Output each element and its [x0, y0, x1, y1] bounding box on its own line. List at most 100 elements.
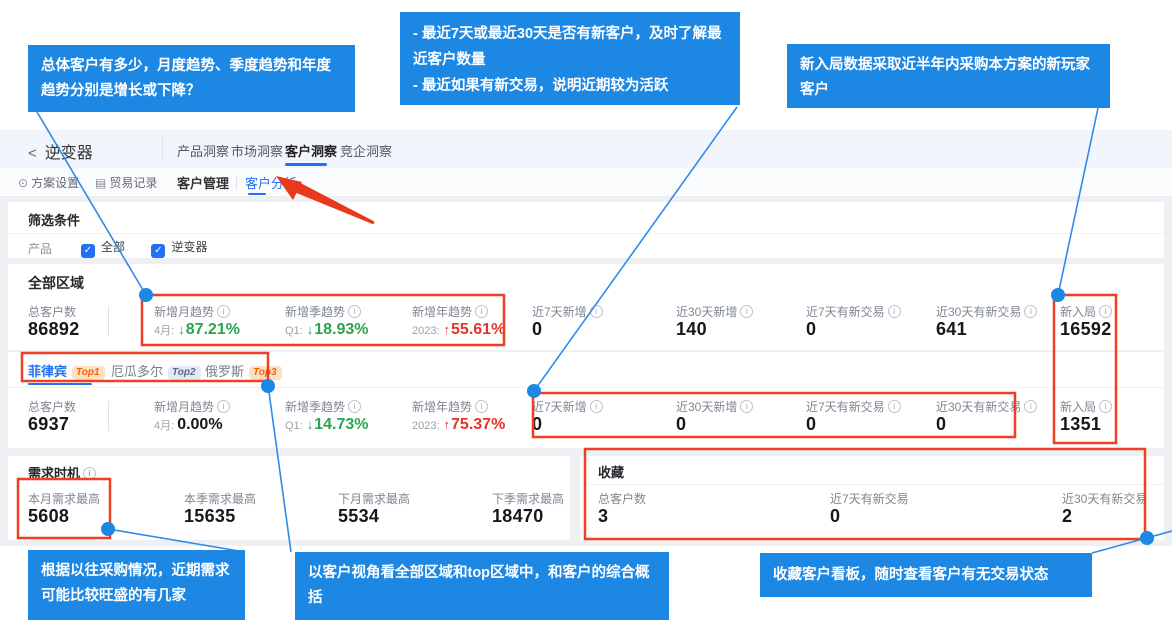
filter-title: 筛选条件 [28, 210, 80, 229]
info-icon[interactable]: i [475, 305, 488, 318]
trade-30d-value: 0 [936, 414, 946, 435]
tab-product-insight[interactable]: 产品洞察 [177, 141, 229, 160]
nav-divider [162, 137, 163, 161]
trade-30d-value: 641 [936, 319, 967, 340]
down-arrow-icon: ↓ [307, 322, 314, 337]
trade-7d-label: 近7天有新交易i [806, 398, 901, 415]
tab-customer-insight[interactable]: 客户洞察 [285, 141, 337, 160]
trade-7d-label: 近7天有新交易i [806, 303, 901, 320]
fav-trade-7d-label: 近7天有新交易 [830, 490, 909, 507]
checkbox-all[interactable]: ✓ [81, 244, 95, 258]
back-chevron-icon[interactable]: < [28, 145, 37, 162]
region-tabs-divider [8, 387, 1164, 388]
down-arrow-icon: ↓ [178, 322, 185, 337]
info-icon[interactable]: i [217, 400, 230, 413]
subtab-divider [236, 175, 237, 189]
favorites-divider [580, 484, 1164, 485]
info-icon[interactable]: i [83, 467, 96, 480]
favorites-title: 收藏 [598, 462, 624, 481]
next-quarter-demand-value: 18470 [492, 506, 544, 527]
checkbox-all-label[interactable]: 全部 [101, 240, 125, 254]
trade-7d-value: 0 [806, 414, 816, 435]
info-icon[interactable]: i [348, 305, 361, 318]
info-icon[interactable]: i [1024, 400, 1037, 413]
region-tab-ecuador[interactable]: 厄瓜多尔Top2 [111, 361, 201, 380]
up-arrow-icon: ↑ [444, 417, 451, 432]
up-arrow-icon: ↑ [444, 322, 451, 337]
trade-7d-value: 0 [806, 319, 816, 340]
year-trend-label: 新增年趋势i [412, 303, 488, 320]
back-title-group: <逆变器 [28, 139, 93, 163]
fav-trade-7d-value: 0 [830, 506, 840, 527]
quarter-trend-value: Q1:↓18.93% [285, 321, 369, 339]
total-customers-label: 总客户数 [28, 303, 76, 320]
trade-30d-label: 近30天有新交易i [936, 398, 1037, 415]
tab-competitor-insight[interactable]: 竞企洞察 [340, 141, 392, 160]
newcomer-value: 16592 [1060, 319, 1112, 340]
checkbox-inverter[interactable]: ✓ [151, 244, 165, 258]
metric-divider [108, 306, 109, 336]
quarter-demand-value: 15635 [184, 506, 236, 527]
new-30d-label: 近30天新增i [676, 398, 753, 415]
top1-badge: Top1 [72, 366, 105, 380]
newcomer-label: 新入局i [1060, 398, 1112, 415]
checkbox-inverter-label[interactable]: 逆变器 [171, 240, 207, 254]
quarter-trend-label: 新增季趋势i [285, 398, 361, 415]
total-customers-value: 6937 [28, 414, 69, 435]
fav-trade-30d-label: 近30天有新交易 [1062, 490, 1147, 507]
demand-timing-title: 需求时机i [28, 463, 96, 482]
total-customers-value: 86892 [28, 319, 80, 340]
info-icon[interactable]: i [740, 305, 753, 318]
new-7d-label: 近7天新增i [532, 303, 603, 320]
region-tab-russia[interactable]: 俄罗斯Top3 [205, 361, 282, 380]
next-month-demand-label: 下月需求最高 [338, 490, 410, 507]
sub-nav-bar: ⊙方案设置 ▤贸易记录 客户管理 客户分析 [0, 168, 1172, 197]
info-icon[interactable]: i [1099, 305, 1112, 318]
newcomer-value: 1351 [1060, 414, 1101, 435]
down-arrow-icon: ↓ [307, 417, 314, 432]
new-7d-value: 0 [532, 414, 542, 435]
total-customers-label: 总客户数 [28, 398, 76, 415]
info-icon[interactable]: i [1099, 400, 1112, 413]
month-trend-value: 4月:↓87.21% [154, 321, 240, 339]
info-icon[interactable]: i [1024, 305, 1037, 318]
filter-divider [8, 233, 1164, 234]
new-7d-value: 0 [532, 319, 542, 340]
fav-total-label: 总客户数 [598, 490, 646, 507]
new-30d-value: 140 [676, 319, 707, 340]
quarter-demand-label: 本季需求最高 [184, 490, 256, 507]
document-icon: ▤ [95, 176, 106, 190]
top2-badge: Top2 [168, 366, 201, 380]
metric-divider [108, 401, 109, 431]
annotated-dashboard-screenshot: <逆变器 产品洞察 市场洞察 客户洞察 竞企洞察 ⊙方案设置 ▤贸易记录 客户管… [0, 0, 1172, 626]
plan-settings-button[interactable]: ⊙方案设置 [18, 174, 79, 191]
tab-market-insight[interactable]: 市场洞察 [231, 141, 283, 160]
info-icon[interactable]: i [475, 400, 488, 413]
callout-recent-customers: - 最近7天或最近30天是否有新客户，及时了解最近客户数量 - 最近如果有新交易… [400, 12, 740, 105]
demand-timing-card: 需求时机i 本月需求最高 5608 本季需求最高 15635 下月需求最高 55… [8, 456, 570, 540]
trade-records-button[interactable]: ▤贸易记录 [95, 174, 157, 191]
info-icon[interactable]: i [888, 305, 901, 318]
info-icon[interactable]: i [740, 400, 753, 413]
info-icon[interactable]: i [590, 305, 603, 318]
new-30d-label: 近30天新增i [676, 303, 753, 320]
filter-options: ✓ 全部 ✓ 逆变器 [81, 238, 229, 258]
region-tab-philippines[interactable]: 菲律宾Top1 [28, 361, 105, 380]
info-icon[interactable]: i [888, 400, 901, 413]
fav-trade-30d-value: 2 [1062, 506, 1072, 527]
info-icon[interactable]: i [348, 400, 361, 413]
callout-customer-view: 以客户视角看全部区域和top区域中，和客户的综合概括 [295, 552, 669, 620]
year-trend-label: 新增年趋势i [412, 398, 488, 415]
active-subtab-underline [248, 193, 266, 195]
filter-product-label: 产品 [28, 240, 52, 257]
main-nav-bar: <逆变器 产品洞察 市场洞察 客户洞察 竞企洞察 [0, 130, 1172, 168]
filter-card: 筛选条件 产品 ✓ 全部 ✓ 逆变器 [8, 202, 1164, 258]
info-icon[interactable]: i [217, 305, 230, 318]
month-trend-label: 新增月趋势i [154, 303, 230, 320]
new-7d-label: 近7天新增i [532, 398, 603, 415]
callout-line: - 最近7天或最近30天是否有新客户，及时了解最近客户数量 [413, 21, 727, 73]
subtab-customer-management[interactable]: 客户管理 [177, 173, 229, 192]
all-region-title: 全部区域 [28, 273, 84, 293]
subtab-customer-analysis[interactable]: 客户分析 [245, 173, 297, 192]
info-icon[interactable]: i [590, 400, 603, 413]
